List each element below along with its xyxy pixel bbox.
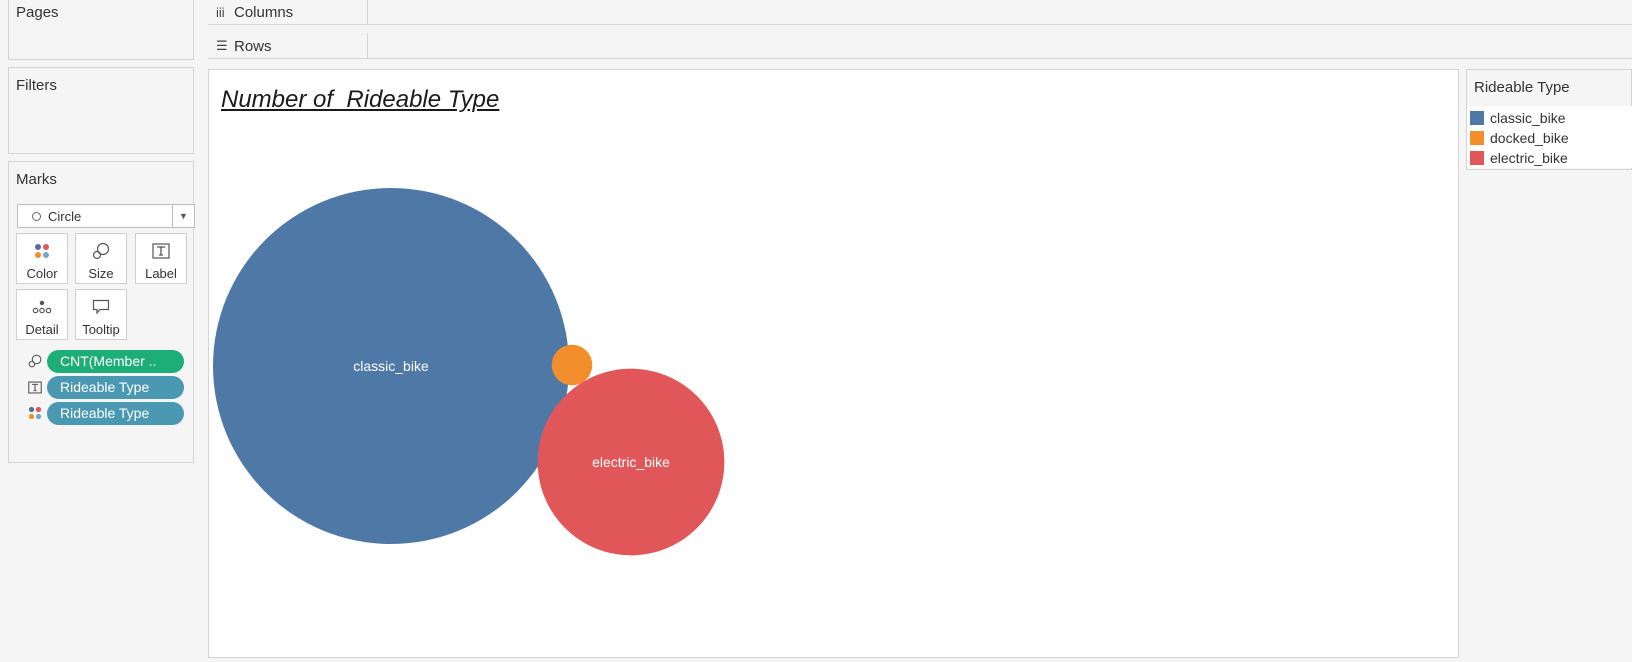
pages-card[interactable]: Pages [8, 0, 194, 60]
detail-dots-icon [17, 290, 67, 318]
marks-pill-label: Rideable Type [24, 375, 184, 399]
bubble-label-classic-bike: classic_bike [353, 358, 429, 374]
rows-label: Rows [234, 37, 272, 55]
size-icon [24, 354, 46, 368]
detail-button[interactable]: Detail [16, 289, 68, 340]
columns-shelf[interactable]: iii Columns [208, 0, 1632, 25]
circle-mark-icon [32, 211, 41, 221]
tableau-workspace: Pages Filters Marks Circle ▼ Color Size [0, 0, 1632, 662]
marks-pill-color: Rideable Type [24, 401, 184, 425]
bubble-chart: classic_bike electric_bike [213, 188, 725, 556]
legend-list: classic_bike docked_bike electric_bike [1467, 106, 1632, 168]
color-button[interactable]: Color [16, 233, 68, 284]
rideable-type-label-pill[interactable]: Rideable Type [47, 375, 184, 399]
size-icon [76, 234, 126, 262]
filters-title: Filters [16, 77, 57, 94]
label-t-icon [24, 381, 46, 394]
rows-shelf[interactable]: ☰ Rows [208, 33, 1632, 59]
legend-item-electric-bike[interactable]: electric_bike [1467, 148, 1632, 168]
view-canvas[interactable]: Number of Rideable Type classic_bike elec… [208, 69, 1459, 658]
color-button-label: Color [26, 266, 58, 281]
columns-label: Columns [234, 3, 294, 21]
bubble-label-electric-bike: electric_bike [592, 454, 670, 470]
tooltip-button-label: Tooltip [82, 322, 120, 337]
legend-swatch [1470, 111, 1484, 125]
tooltip-icon [76, 290, 126, 318]
size-button-label: Size [88, 266, 114, 281]
legend-swatch [1470, 131, 1484, 145]
label-t-icon [136, 234, 186, 262]
legend-item-classic-bike[interactable]: classic_bike [1467, 108, 1632, 128]
label-button-label: Label [145, 266, 177, 281]
rideable-type-color-pill[interactable]: Rideable Type [47, 401, 184, 425]
cnt-member-pill[interactable]: CNT(Member .. [47, 349, 184, 373]
size-button[interactable]: Size [75, 233, 127, 284]
label-button[interactable]: Label [135, 233, 187, 284]
columns-shelf-label: iii Columns [208, 0, 368, 25]
legend-label: electric_bike [1490, 150, 1568, 166]
color-dots-icon [24, 406, 46, 420]
detail-button-label: Detail [25, 322, 59, 337]
rows-shelf-label: ☰ Rows [208, 33, 368, 59]
mark-type-value: Circle [48, 208, 82, 224]
marks-pill-size: CNT(Member .. [24, 349, 184, 373]
legend-swatch [1470, 151, 1484, 165]
bubble-docked-bike[interactable] [551, 344, 593, 386]
legend-card[interactable]: Rideable Type classic_bike docked_bike e… [1466, 69, 1632, 170]
columns-icon: iii [216, 4, 225, 20]
pages-title: Pages [16, 4, 59, 21]
legend-label: classic_bike [1490, 110, 1566, 126]
legend-label: docked_bike [1490, 130, 1569, 146]
marks-card: Marks Circle ▼ Color Size Label Detail T… [8, 161, 195, 463]
rows-icon: ☰ [216, 38, 228, 53]
tooltip-button[interactable]: Tooltip [75, 289, 127, 340]
legend-item-docked-bike[interactable]: docked_bike [1467, 128, 1632, 148]
mark-type-dropdown[interactable]: Circle ▼ [17, 204, 195, 228]
color-dots-icon [17, 234, 67, 262]
marks-title: Marks [16, 171, 57, 188]
legend-title: Rideable Type [1474, 79, 1570, 96]
chevron-down-icon[interactable]: ▼ [172, 205, 194, 227]
filters-card[interactable]: Filters [8, 67, 194, 154]
